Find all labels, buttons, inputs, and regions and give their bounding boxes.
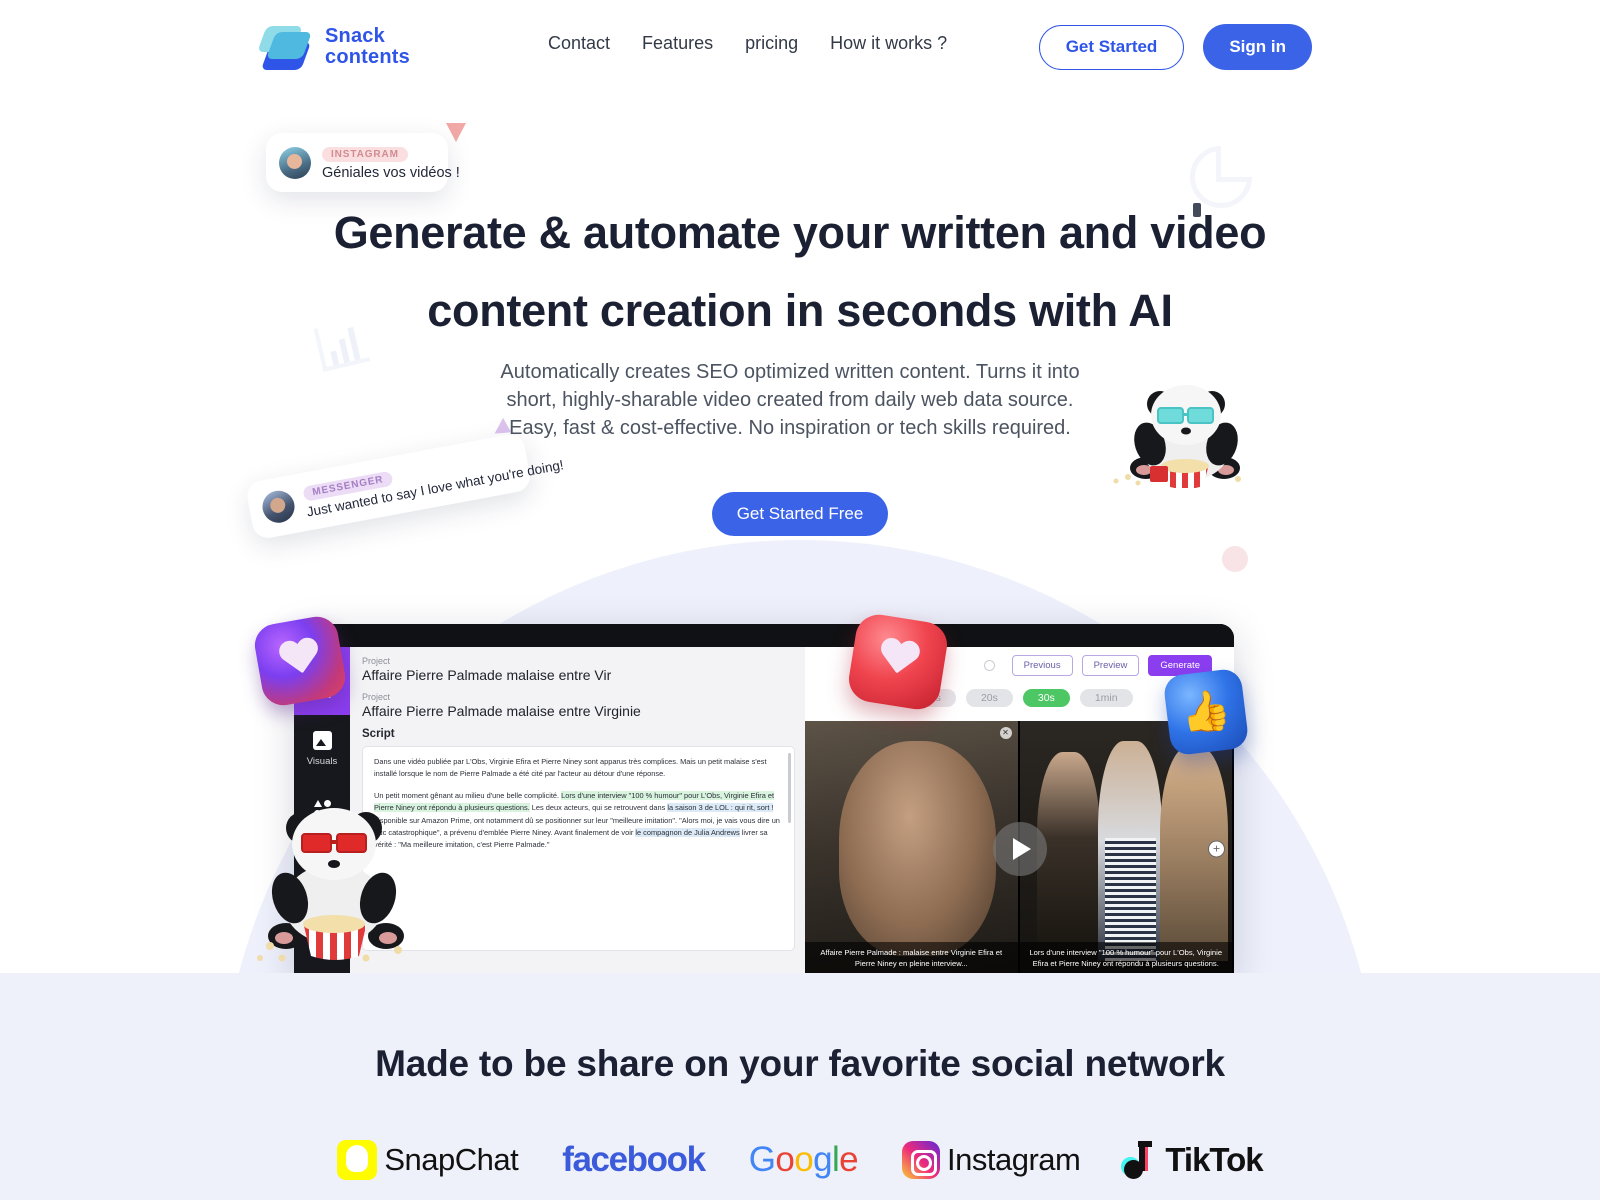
avatar (279, 146, 311, 179)
logo-mark-icon (257, 22, 314, 72)
app-screenshot-mockup: Story Visuals Elements Project Affaire P… (294, 624, 1234, 976)
mockup-titlebar (294, 624, 1234, 647)
script-label: Script (362, 728, 395, 740)
script-paragraph-1: Dans une vidéo publiée par L'Obs, Virgin… (374, 757, 767, 779)
brand-name-line1: Snack (325, 25, 385, 47)
project-title: Affaire Pierre Palmade malaise entre Vir… (362, 703, 641, 719)
get-started-button[interactable]: Get Started (1038, 24, 1185, 70)
social-logo-label: SnapChat (384, 1142, 519, 1177)
google-letter-o1: o (775, 1140, 795, 1179)
scrollbar[interactable] (788, 753, 791, 823)
video-scene-2[interactable]: ✕ Lors d'une interview "100 % humour" po… (1019, 721, 1234, 976)
brand-name: Snack contents (325, 26, 410, 68)
social-logo-google[interactable]: Google (748, 1136, 859, 1184)
nav-item-contact[interactable]: Contact (548, 31, 610, 55)
panda-mascot-right (1098, 382, 1258, 489)
platform-badge-instagram: INSTAGRAM (322, 147, 408, 162)
get-started-free-button[interactable]: Get Started Free (712, 492, 888, 536)
toggle-radio[interactable] (983, 659, 995, 671)
script-highlight-2: la saison 3 de LOL : qui rit, sort ! (667, 803, 774, 813)
project-label-top: Project (362, 656, 391, 666)
header-actions: Get Started Sign in (1038, 24, 1312, 70)
google-letter-o2: o (794, 1140, 814, 1179)
add-scene-icon[interactable]: + (1208, 840, 1225, 857)
page-title: Generate & automate your written and vid… (0, 194, 1600, 350)
hero-subtitle: Automatically creates SEO optimized writ… (500, 361, 1080, 439)
sign-in-button[interactable]: Sign in (1203, 24, 1312, 70)
google-letter-g: g (813, 1140, 832, 1179)
bubble-message-instagram: Géniales vos vidéos ! (322, 165, 460, 181)
instagram-comment-bubble: INSTAGRAM Géniales vos vidéos ! (266, 133, 460, 192)
brand-name-line2: contents (325, 46, 410, 68)
social-logo-row: SnapChat facebook Google Instagram TikTo… (0, 1136, 1600, 1184)
nav-item-features[interactable]: Features (642, 31, 713, 55)
image-icon (312, 731, 332, 750)
tiktok-icon (1121, 1141, 1158, 1179)
bubble-tail-decoration (446, 123, 466, 142)
google-letter-G: G (748, 1140, 776, 1179)
project-title-top: Affaire Pierre Palmade malaise entre Vir (362, 667, 612, 683)
social-logo-label: facebook (562, 1140, 706, 1179)
duration-chip-20s[interactable]: 20s (965, 689, 1013, 707)
google-icon: Google (748, 1140, 859, 1180)
preview-button[interactable]: Preview (1081, 654, 1140, 676)
social-logo-instagram[interactable]: Instagram (902, 1136, 1081, 1184)
sidebar-item-visuals[interactable]: Visuals (294, 715, 350, 783)
previous-button[interactable]: Previous (1011, 654, 1073, 676)
main-nav: Contact Features pricing How it works ? (548, 31, 947, 55)
video-scene-1[interactable]: ✕ Affaire Pierre Palmade : malaise entre… (805, 721, 1020, 976)
social-logo-facebook[interactable]: facebook (562, 1136, 706, 1184)
avatar (259, 488, 298, 526)
script-paragraph-2: Un petit moment gênant au milieu d'une b… (374, 790, 783, 852)
script-seg-b: Les deux acteurs, qui se retrouvent dans (529, 803, 668, 813)
play-icon[interactable] (992, 821, 1047, 876)
close-icon[interactable]: ✕ (999, 727, 1012, 739)
video-caption-2: Lors d'une interview "100 % humour" pour… (1019, 942, 1232, 976)
site-header: Snack contents Contact Features pricing … (0, 0, 1600, 95)
script-highlight-3: le compagnon de Julia Andrews (635, 828, 740, 838)
social-logo-snapchat[interactable]: SnapChat (337, 1136, 519, 1184)
duration-chip-30s[interactable]: 30s (1022, 689, 1070, 707)
landing-page: Snack contents Contact Features pricing … (0, 0, 1600, 1200)
video-caption-1: Affaire Pierre Palmade : malaise entre V… (805, 942, 1018, 976)
duration-chip-1min[interactable]: 1min (1079, 689, 1133, 707)
social-networks-section: Made to be share on your favorite social… (0, 973, 1600, 1200)
thumbs-up-reaction-icon: 👍 (1162, 667, 1250, 757)
project-label: Project (362, 692, 391, 702)
video-scenes-strip: ✕ Affaire Pierre Palmade : malaise entre… (805, 721, 1234, 976)
panda-mascot-left (246, 786, 422, 966)
nav-item-how-it-works[interactable]: How it works ? (830, 31, 947, 55)
instagram-icon (902, 1141, 940, 1179)
sidebar-item-label: Visuals (306, 756, 338, 767)
script-textarea[interactable]: Dans une vidéo publiée par L'Obs, Virgin… (362, 746, 795, 951)
social-logo-label: Instagram (947, 1142, 1081, 1177)
heart-reaction-icon-right (845, 611, 951, 713)
social-logo-label: TikTok (1165, 1141, 1263, 1178)
google-letter-e: e (839, 1140, 858, 1179)
headline-line-2: content creation in seconds with AI (427, 285, 1173, 336)
snapchat-icon (337, 1140, 378, 1180)
nav-item-pricing[interactable]: pricing (745, 31, 798, 55)
social-section-title: Made to be share on your favorite social… (375, 1043, 1225, 1084)
social-logo-tiktok[interactable]: TikTok (1121, 1136, 1264, 1184)
heart-reaction-icon-left (251, 613, 349, 709)
headline-line-1: Generate & automate your written and vid… (333, 207, 1267, 258)
brand-logo[interactable]: Snack contents (257, 22, 410, 72)
